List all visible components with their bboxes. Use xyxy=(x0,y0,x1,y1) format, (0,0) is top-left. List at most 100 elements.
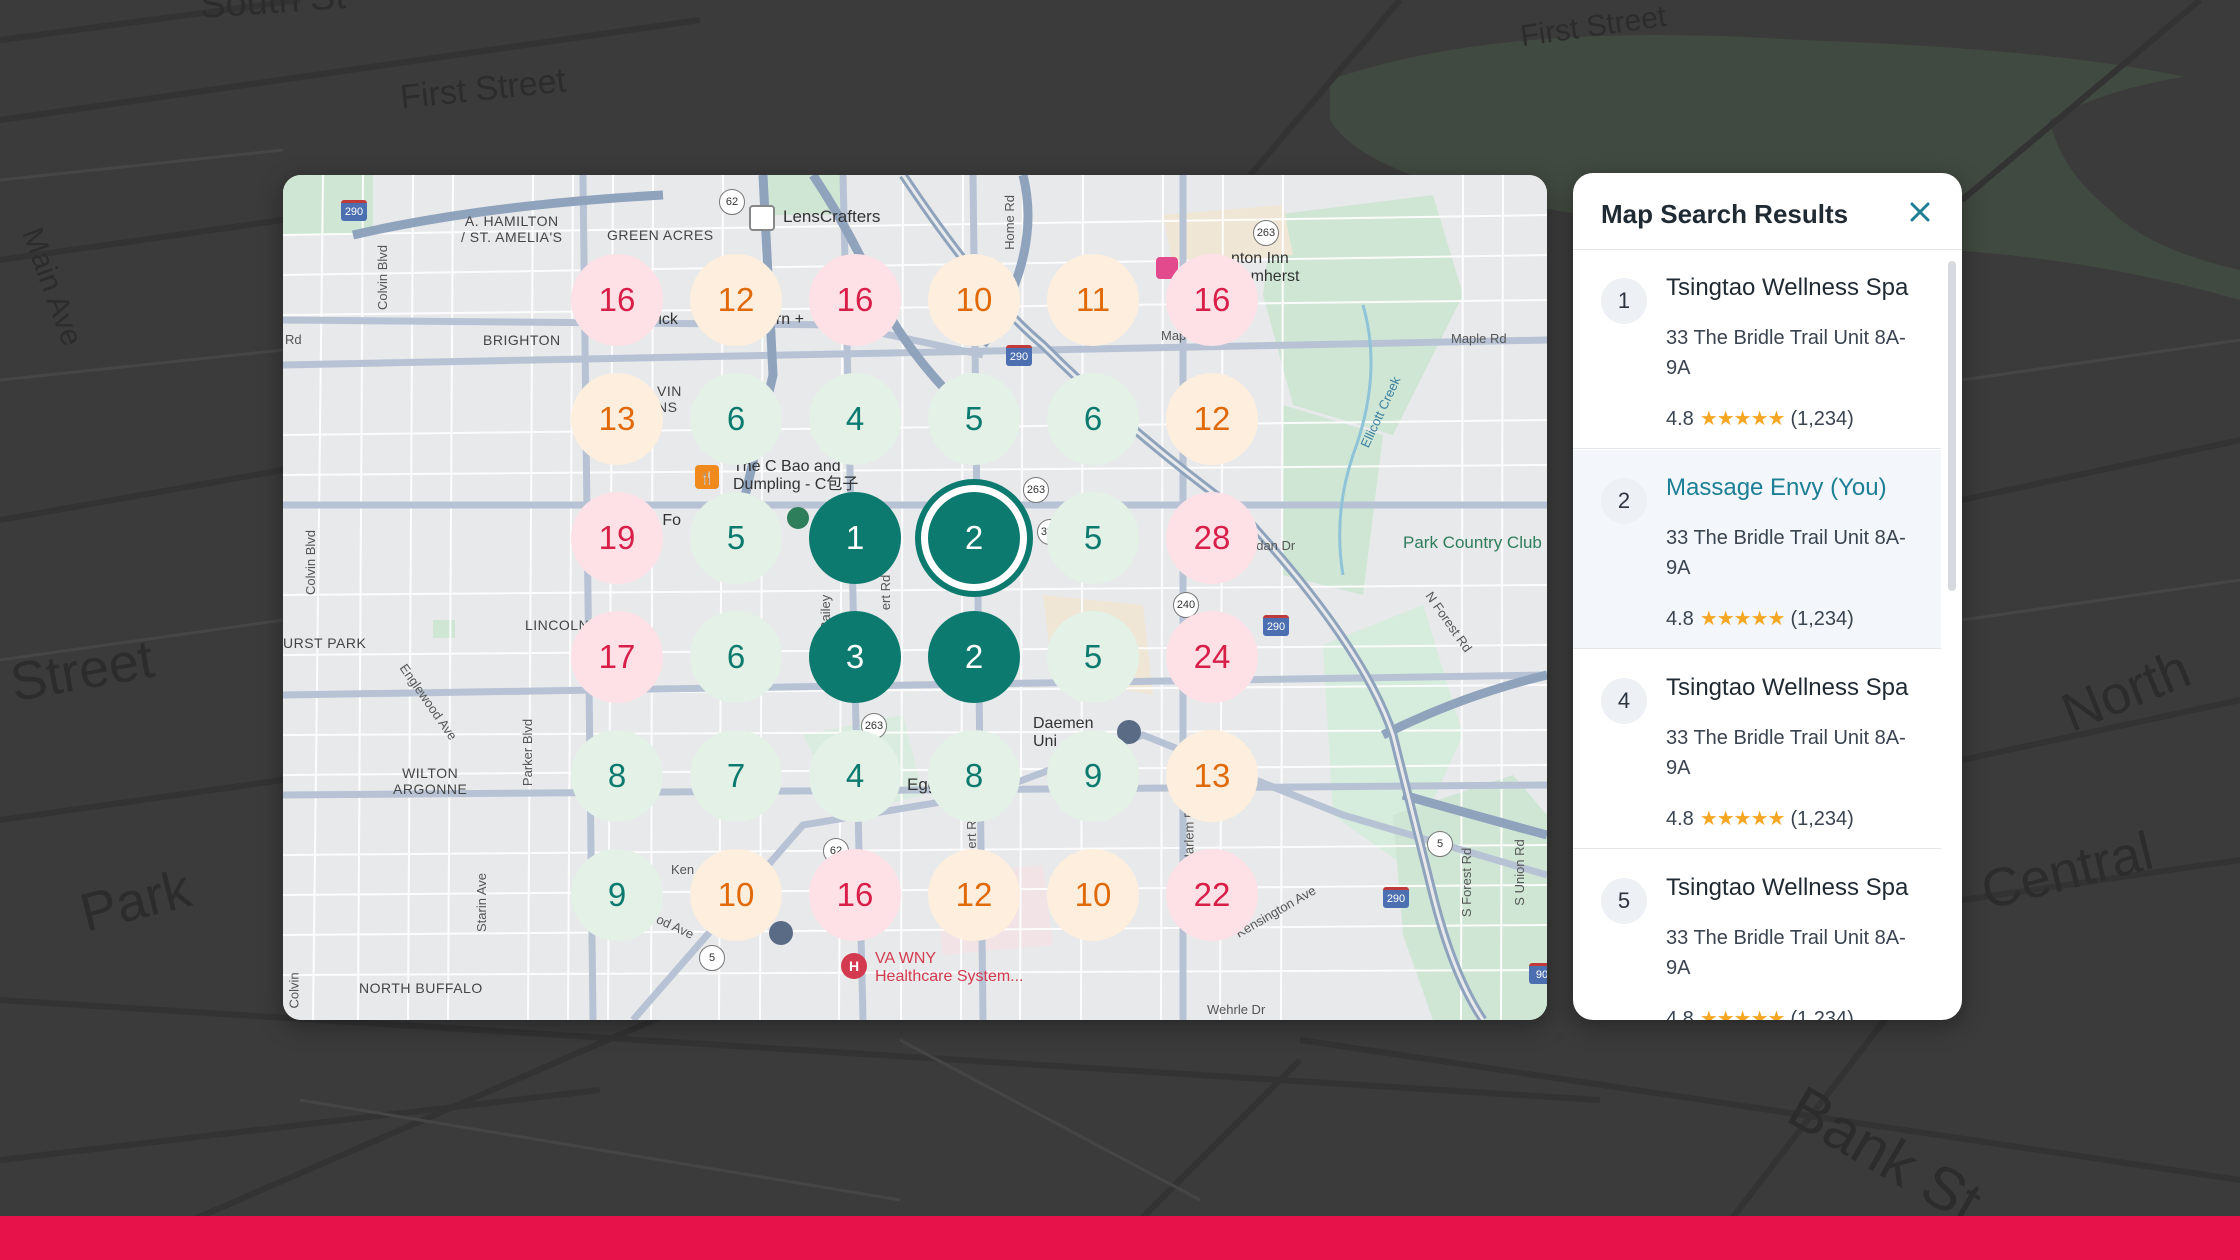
interstate-shield: 90 xyxy=(1529,963,1547,984)
grid-cell[interactable]: 10 xyxy=(928,254,1020,346)
result-rating: 4.8 ★★★★★ (1,234) xyxy=(1666,806,1854,831)
map-label-hamilton: A. HAMILTON / ST. AMELIA'S xyxy=(461,213,563,246)
grid-cell[interactable]: 12 xyxy=(928,849,1020,941)
grid-cell[interactable]: 24 xyxy=(1166,611,1258,703)
scrollbar[interactable] xyxy=(1948,261,1956,591)
result-address: 33 The Bridle Trail Unit 8A-9A xyxy=(1666,527,1906,579)
grid-cell-selected[interactable]: 2 xyxy=(928,492,1020,584)
grid-cell[interactable]: 4 xyxy=(809,373,901,465)
grid-cell[interactable]: 28 xyxy=(1166,492,1258,584)
rating-value: 4.8 xyxy=(1666,1008,1694,1020)
result-name[interactable]: Massage Envy (You) xyxy=(1666,474,1887,502)
grid-cell[interactable]: 2 xyxy=(928,611,1020,703)
restaurant-pin[interactable]: 🍴 xyxy=(695,465,719,489)
result-item[interactable]: 5 Tsingtao Wellness Spa 33 The Bridle Trai… xyxy=(1573,850,1941,1020)
results-panel: Map Search Results 1 Tsingtao Wellness Sp… xyxy=(1573,173,1962,1020)
grid-cell[interactable]: 13 xyxy=(571,373,663,465)
map-label-park-country-club: Park Country Club xyxy=(1403,533,1542,552)
grid-cell[interactable]: 9 xyxy=(571,849,663,941)
grid-cell[interactable]: 4 xyxy=(809,730,901,822)
map-label-wehrle: Wehrle Dr xyxy=(1207,1002,1266,1017)
rating-value: 4.8 xyxy=(1666,408,1694,430)
map-label-wilton: WILTON ARGONNE xyxy=(393,765,468,798)
grid-cell[interactable]: 8 xyxy=(571,730,663,822)
park-pin[interactable] xyxy=(787,507,809,529)
grid-cell[interactable]: 3 xyxy=(809,611,901,703)
grid-cell[interactable]: 5 xyxy=(1047,492,1139,584)
result-rank-badge: 2 xyxy=(1601,478,1647,524)
map-label-va: VA WNY Healthcare System... xyxy=(875,950,1024,986)
interstate-shield: 290 xyxy=(1263,615,1289,636)
grid-cell[interactable]: 6 xyxy=(690,373,782,465)
map-label-colvin-blvd-top: Colvin Blvd xyxy=(375,244,391,310)
grid-cell[interactable]: 10 xyxy=(690,849,782,941)
grid-cell[interactable]: 5 xyxy=(928,373,1020,465)
route-shield: 5 xyxy=(1427,831,1453,857)
grid-cell[interactable]: 8 xyxy=(928,730,1020,822)
grid-cell[interactable]: 19 xyxy=(571,492,663,584)
grid-cell[interactable]: 6 xyxy=(690,611,782,703)
route-shield: 263 xyxy=(1253,220,1279,246)
hospital-pin[interactable]: H xyxy=(841,953,867,979)
review-count: (1,234) xyxy=(1790,408,1854,430)
review-count: (1,234) xyxy=(1790,608,1854,630)
result-item[interactable]: 4 Tsingtao Wellness Spa 33 The Bridle Trai… xyxy=(1573,650,1941,849)
map-label-s-forest: S Forest Rd xyxy=(1459,847,1475,918)
rating-value: 4.8 xyxy=(1666,608,1694,630)
star-rating-icon: ★★★★★ xyxy=(1699,1008,1786,1020)
map-label-starin: Starin Ave xyxy=(474,872,490,932)
result-rank-badge: 4 xyxy=(1601,678,1647,724)
grid-cell[interactable]: 16 xyxy=(809,849,901,941)
grid-cell[interactable]: 13 xyxy=(1166,730,1258,822)
result-address: 33 The Bridle Trail Unit 8A-9A xyxy=(1666,727,1906,779)
grid-cell[interactable]: 17 xyxy=(571,611,663,703)
grid-cell[interactable]: 16 xyxy=(1166,254,1258,346)
review-count: (1,234) xyxy=(1790,1008,1854,1020)
result-rank-badge: 1 xyxy=(1601,278,1647,324)
grid-cell[interactable]: 7 xyxy=(690,730,782,822)
map-panel[interactable]: A. HAMILTON / ST. AMELIA'S GREEN ACRES L… xyxy=(283,175,1547,1020)
grid-cell[interactable]: 5 xyxy=(690,492,782,584)
result-rating: 4.8 ★★★★★ (1,234) xyxy=(1666,1006,1854,1020)
grid-cell[interactable]: 9 xyxy=(1047,730,1139,822)
results-title: Map Search Results xyxy=(1601,199,1849,229)
star-rating-icon: ★★★★★ xyxy=(1699,408,1786,430)
map-label-home-rd: Home Rd xyxy=(1001,195,1017,250)
grid-cell[interactable]: 22 xyxy=(1166,849,1258,941)
interstate-shield: 290 xyxy=(341,200,367,221)
grid-cell[interactable]: 16 xyxy=(809,254,901,346)
result-item[interactable]: 1 Tsingtao Wellness Spa 33 The Bridle Trai… xyxy=(1573,250,1941,449)
map-label-c-bao: The C Bao and Dumpling - C包子 xyxy=(733,458,859,494)
result-rating: 4.8 ★★★★★ (1,234) xyxy=(1666,406,1854,431)
result-name[interactable]: Tsingtao Wellness Spa xyxy=(1666,274,1908,302)
map-label-green-acres: GREEN ACRES xyxy=(607,227,714,243)
result-address: 33 The Bridle Trail Unit 8A-9A xyxy=(1666,927,1906,979)
grid-cell[interactable]: 16 xyxy=(571,254,663,346)
map-label-rd: Rd xyxy=(285,332,302,347)
route-shield: 62 xyxy=(719,189,745,215)
map-canvas[interactable] xyxy=(283,175,1547,1020)
grid-cell[interactable]: 10 xyxy=(1047,849,1139,941)
results-header: Map Search Results xyxy=(1573,173,1962,250)
result-name[interactable]: Tsingtao Wellness Spa xyxy=(1666,874,1908,902)
rating-value: 4.8 xyxy=(1666,808,1694,830)
grid-cell[interactable]: 12 xyxy=(1166,373,1258,465)
map-label-brighton: BRIGHTON xyxy=(483,332,561,348)
grid-cell[interactable]: 12 xyxy=(690,254,782,346)
bottom-accent-bar xyxy=(0,1216,2240,1260)
grid-cell[interactable]: 5 xyxy=(1047,611,1139,703)
results-list[interactable]: 1 Tsingtao Wellness Spa 33 The Bridle Trai… xyxy=(1573,250,1943,1020)
grid-cell[interactable]: 6 xyxy=(1047,373,1139,465)
map-label-s-union: S Union Rd xyxy=(1511,839,1527,906)
grid-cell[interactable]: 1 xyxy=(809,492,901,584)
close-icon[interactable] xyxy=(1905,197,1935,227)
map-label-parker: Parker Blvd xyxy=(520,718,536,787)
lens-store-pin[interactable] xyxy=(749,205,775,231)
route-shield: 5 xyxy=(699,945,725,971)
result-rank-badge: 5 xyxy=(1601,878,1647,924)
grid-cell[interactable]: 11 xyxy=(1047,254,1139,346)
result-rating: 4.8 ★★★★★ (1,234) xyxy=(1666,606,1854,631)
result-item[interactable]: 2 Massage Envy (You) 33 The Bridle Trail U… xyxy=(1573,450,1941,649)
school-pin[interactable] xyxy=(769,921,793,945)
result-name[interactable]: Tsingtao Wellness Spa xyxy=(1666,674,1908,702)
